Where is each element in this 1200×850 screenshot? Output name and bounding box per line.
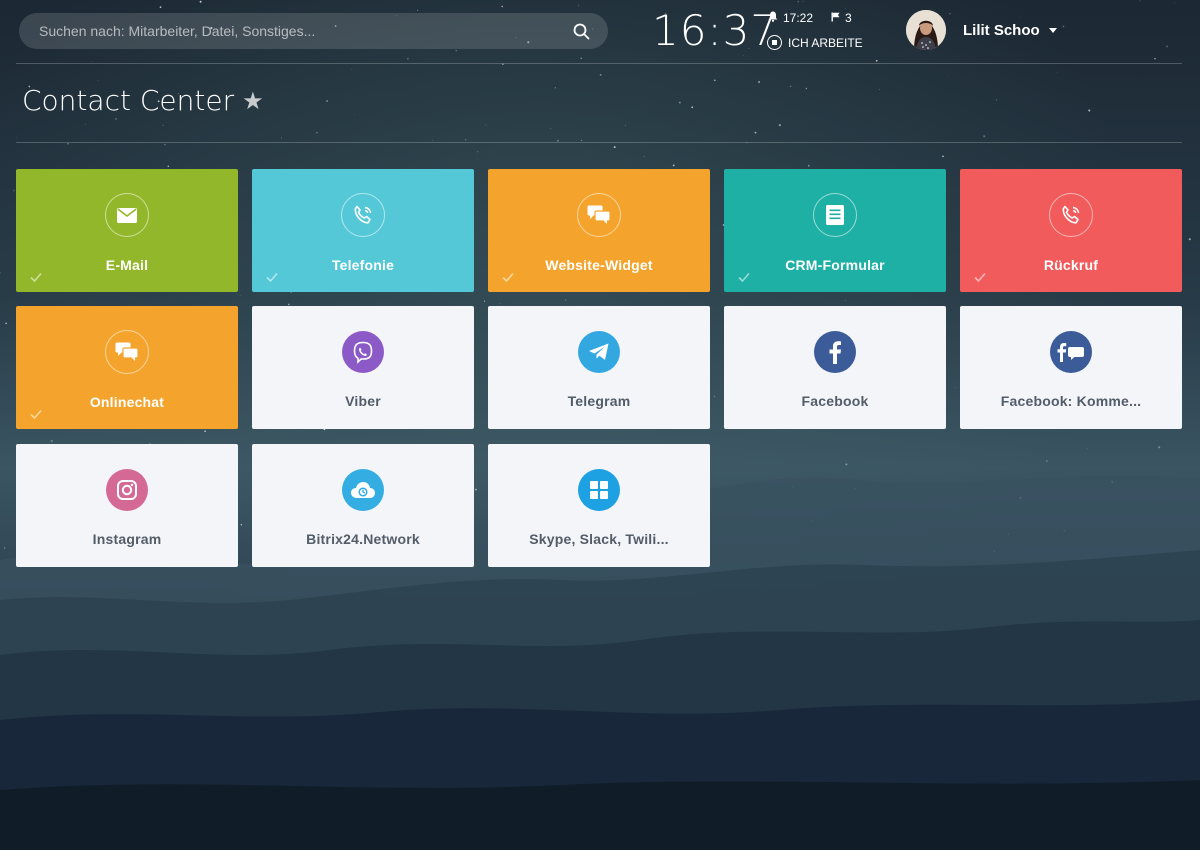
title-divider (16, 142, 1182, 143)
channel-tile-telefonie[interactable]: Telefonie (252, 169, 474, 292)
envelope-icon (105, 193, 149, 237)
chat-icon (105, 330, 149, 374)
avatar (906, 10, 946, 50)
channel-tile-facebook[interactable]: Facebook (724, 306, 946, 429)
channel-tile-label: Telefonie (331, 257, 395, 273)
channel-tile-viber[interactable]: Viber (252, 306, 474, 429)
channel-tile-onlinechat[interactable]: Onlinechat (16, 306, 238, 429)
page-title-row: Contact Center ★ (22, 84, 264, 117)
search-icon[interactable] (572, 22, 590, 40)
facebook-icon (814, 331, 856, 373)
channel-tile-label: CRM-Formular (785, 257, 885, 273)
telegram-icon (578, 331, 620, 373)
channel-tile-skype-slack-twili[interactable]: Skype, Slack, Twili... (488, 444, 710, 567)
flag-icon (831, 11, 840, 25)
channel-tile-label: Facebook: Komme... (1000, 393, 1142, 409)
channel-tile-website-widget[interactable]: Website-Widget (488, 169, 710, 292)
channel-tile-label: Website-Widget (545, 257, 653, 273)
channel-tile-label: Viber (345, 393, 381, 409)
checkmark-icon (502, 270, 514, 283)
channel-tile-r-ckruf[interactable]: Rückruf (960, 169, 1182, 292)
cloud-icon (342, 469, 384, 511)
channel-tile-label: E-Mail (105, 257, 149, 273)
alarm-time: 17:22 (783, 11, 814, 25)
channel-tile-label: Facebook (801, 393, 869, 409)
checkmark-icon (266, 270, 278, 283)
channel-tile-crm-formular[interactable]: CRM-Formular (724, 169, 946, 292)
search-bar[interactable] (19, 13, 608, 49)
user-menu[interactable]: Lilit Schoo (906, 10, 1057, 50)
search-input[interactable] (39, 23, 572, 39)
checkmark-icon (30, 270, 42, 283)
instagram-icon (106, 469, 148, 511)
tasks-counter[interactable]: 3 (831, 11, 852, 25)
stop-icon (767, 35, 782, 50)
page-title: Contact Center (22, 84, 235, 117)
chat-icon (577, 193, 621, 237)
bell-icon (768, 11, 778, 25)
viber-icon (342, 331, 384, 373)
channel-tile-e-mail[interactable]: E-Mail (16, 169, 238, 292)
channel-tile-label: Rückruf (1043, 257, 1099, 273)
phone-icon (341, 193, 385, 237)
chevron-down-icon (1048, 27, 1057, 33)
header-divider (16, 63, 1182, 64)
clock[interactable]: 16:37 (652, 6, 778, 55)
facebook-comments-icon (1050, 331, 1092, 373)
form-icon (813, 193, 857, 237)
channel-tile-instagram[interactable]: Instagram (16, 444, 238, 567)
channel-tile-label: Telegram (567, 393, 631, 409)
channel-tile-label: Instagram (92, 531, 162, 547)
workday-status-label: ICH ARBEITE (788, 35, 863, 50)
channel-tile-facebook-komme[interactable]: Facebook: Komme... (960, 306, 1182, 429)
flag-count: 3 (845, 11, 852, 25)
workday-status-button[interactable]: ICH ARBEITE (767, 35, 863, 50)
channel-tile-label: Onlinechat (89, 394, 165, 410)
grid-icon (578, 469, 620, 511)
channel-tile-bitrix24-network[interactable]: Bitrix24.Network (252, 444, 474, 567)
star-icon[interactable]: ★ (242, 87, 264, 115)
channel-tile-telegram[interactable]: Telegram (488, 306, 710, 429)
channel-tile-label: Bitrix24.Network (306, 531, 420, 547)
checkmark-icon (738, 270, 750, 283)
user-name: Lilit Schoo (963, 21, 1040, 39)
alarm-reminder[interactable]: 17:22 (768, 11, 813, 25)
channel-tile-label: Skype, Slack, Twili... (529, 531, 669, 547)
checkmark-icon (30, 407, 42, 420)
callback-icon (1049, 193, 1093, 237)
checkmark-icon (974, 270, 986, 283)
